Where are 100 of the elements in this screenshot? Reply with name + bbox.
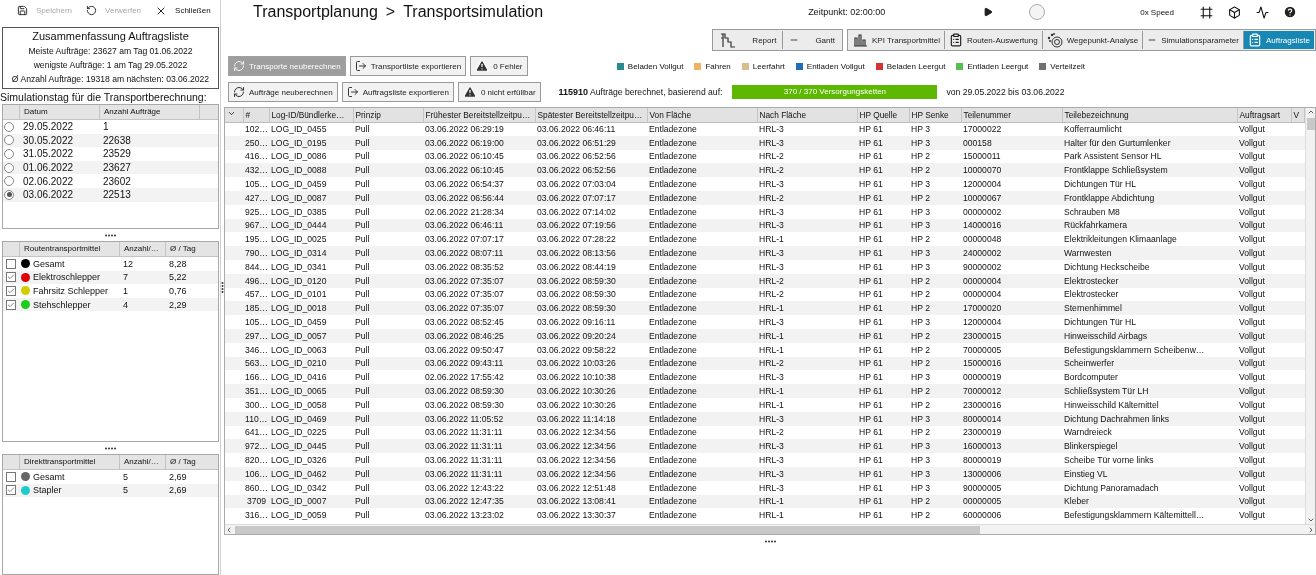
table-cell: Vollgut bbox=[1237, 259, 1291, 274]
checkbox[interactable] bbox=[6, 485, 16, 496]
radio-button[interactable] bbox=[4, 121, 14, 132]
breadcrumb-link[interactable]: Transportplanung bbox=[253, 3, 378, 21]
table-cell: Entladezone bbox=[647, 356, 757, 371]
table-cell: 105… bbox=[243, 315, 269, 329]
view-tab[interactable]: Gantt bbox=[782, 31, 841, 49]
table-cell: 03.06.2022 08:59:30 bbox=[535, 273, 647, 288]
table-cell: LOG_ID_0088 bbox=[269, 163, 353, 178]
table-cell: HP 61 bbox=[857, 177, 909, 191]
table-cell: 03.06.2022 12:34:56 bbox=[535, 439, 647, 454]
radio-button[interactable] bbox=[4, 176, 14, 187]
action-button[interactable]: Aufträge neuberechnen bbox=[228, 82, 338, 102]
column-header[interactable]: Auftragsart bbox=[1237, 108, 1291, 122]
table-cell: HP 3 bbox=[909, 480, 961, 495]
table-cell: Vollgut bbox=[1237, 508, 1291, 523]
column-header[interactable]: Ø / Tag bbox=[165, 455, 218, 469]
table-cell: 03.06.2022 10:30:26 bbox=[535, 397, 647, 412]
table-cell: Halter für den Gurtumlenker bbox=[1062, 135, 1237, 150]
table-cell: 02.06.2022 17:55:42 bbox=[423, 370, 535, 385]
table-cell: Elektroschlepper bbox=[33, 272, 101, 283]
play-button[interactable] bbox=[983, 7, 994, 17]
radio-button[interactable] bbox=[4, 162, 14, 173]
column-header[interactable]: Spätester Bereitstellzeitpu… bbox=[535, 108, 647, 122]
checkbox[interactable] bbox=[6, 258, 16, 269]
column-header[interactable]: Direkttransportmittel bbox=[19, 455, 119, 469]
table-cell: Vollgut bbox=[1237, 218, 1291, 233]
column-header[interactable]: # bbox=[243, 108, 269, 122]
table-cell: Pull bbox=[353, 315, 423, 329]
view-tab[interactable]: Auftragsliste bbox=[1242, 31, 1314, 49]
column-header[interactable]: Von Fläche bbox=[647, 108, 757, 122]
table-cell: Entladezone bbox=[647, 177, 757, 191]
table-cell: LOG_ID_0416 bbox=[269, 370, 353, 385]
column-header[interactable]: Frühester Bereitstellzeitpu… bbox=[423, 108, 535, 122]
radio-button[interactable] bbox=[4, 189, 14, 200]
column-header[interactable]: Anzahl/… bbox=[119, 242, 165, 256]
slider-thumb[interactable] bbox=[1029, 4, 1046, 20]
column-header[interactable]: HP Senke bbox=[909, 108, 961, 122]
column-header[interactable]: Nach Fläche bbox=[757, 108, 857, 122]
table-cell: Pull bbox=[353, 259, 423, 274]
legend-label: Leerfahrt bbox=[752, 61, 785, 71]
table-cell: 03.06.2022 11:31:11 bbox=[423, 439, 535, 454]
action-button[interactable]: Transportliste exportieren bbox=[349, 56, 467, 76]
table-cell: Entladezone bbox=[647, 287, 757, 302]
table-cell: HP 2 bbox=[909, 342, 961, 357]
column-header[interactable]: Teilebezeichnung bbox=[1062, 108, 1237, 122]
table-cell: Entladezone bbox=[647, 135, 757, 150]
table-cell: Pull bbox=[353, 301, 423, 316]
toolbar-button[interactable]: Schließen bbox=[148, 1, 218, 20]
help-icon[interactable] bbox=[1283, 5, 1297, 19]
scrollbar-thumb[interactable] bbox=[235, 525, 980, 534]
action-button[interactable]: 0 nicht erfüllbar bbox=[457, 82, 541, 102]
table-cell: Pull bbox=[353, 439, 423, 454]
speed-label: 0x Speed bbox=[1140, 7, 1174, 17]
table-cell: 250… bbox=[243, 135, 269, 150]
column-header[interactable]: Prinzip bbox=[353, 108, 423, 122]
checkbox[interactable] bbox=[6, 272, 16, 283]
stairs-icon bbox=[720, 32, 737, 48]
view-tab[interactable]: KPI Transportmittel bbox=[848, 31, 944, 49]
view-tab[interactable]: Wegepunkt-Analyse bbox=[1041, 31, 1143, 49]
table-cell: Vollgut bbox=[1237, 287, 1291, 302]
radio-button[interactable] bbox=[4, 135, 14, 146]
column-header[interactable]: Ø / Tag bbox=[165, 242, 218, 256]
action-button[interactable]: Auftragsliste exportieren bbox=[341, 82, 454, 102]
chart-icon[interactable] bbox=[1255, 5, 1269, 19]
table-cell: LOG_ID_0469 bbox=[269, 411, 353, 426]
table-cell: Warndreieck bbox=[1062, 425, 1237, 440]
table-cell: 10000067 bbox=[961, 191, 1062, 205]
checkbox[interactable] bbox=[6, 471, 16, 482]
column-header[interactable]: Anzahl Aufträge bbox=[99, 105, 199, 119]
cube-icon[interactable] bbox=[1227, 5, 1241, 19]
column-header[interactable]: Routentransportmittel bbox=[19, 242, 119, 256]
table-cell: Vollgut bbox=[1237, 384, 1291, 398]
checkbox[interactable] bbox=[6, 286, 16, 296]
table-cell: HP 3 bbox=[909, 177, 961, 191]
table-cell: Bordcomputer bbox=[1062, 370, 1237, 385]
radio-button[interactable] bbox=[4, 149, 14, 159]
table-cell: HP 2 bbox=[909, 191, 961, 205]
table-cell: HRL-3 bbox=[757, 218, 857, 233]
column-header[interactable]: Datum bbox=[19, 105, 99, 119]
horizontal-scrollbar[interactable] bbox=[225, 524, 1315, 534]
table-cell: LOG_ID_0455 bbox=[269, 122, 353, 136]
summary-text: wenigste Aufträge: 1 am Tag 29.05.2022 bbox=[33, 59, 188, 72]
column-header[interactable]: Log-ID/Bündlerke… bbox=[269, 108, 353, 122]
table-cell: HP 61 bbox=[857, 122, 909, 136]
table-cell: Vollgut bbox=[1237, 149, 1291, 164]
table-cell: LOG_ID_0101 bbox=[269, 287, 353, 302]
column-header[interactable]: Anzahl/… bbox=[119, 455, 165, 469]
table-cell: HP 2 bbox=[909, 287, 961, 302]
column-header[interactable]: Teilenummer bbox=[961, 108, 1062, 122]
vertical-scrollbar[interactable] bbox=[1305, 108, 1315, 524]
view-tab[interactable]: Routen-Auswertung bbox=[944, 31, 1042, 49]
view-tab[interactable]: Report bbox=[714, 31, 783, 49]
table-cell: LOG_ID_0459 bbox=[269, 177, 353, 191]
column-header[interactable]: HP Quelle bbox=[857, 108, 909, 122]
save-icon bbox=[17, 5, 28, 16]
view-tab[interactable]: Simulationsparameter bbox=[1142, 31, 1243, 49]
scrollbar-thumb[interactable] bbox=[1306, 118, 1315, 130]
action-button[interactable]: 0 Fehler bbox=[470, 56, 528, 76]
checkbox[interactable] bbox=[6, 299, 16, 310]
